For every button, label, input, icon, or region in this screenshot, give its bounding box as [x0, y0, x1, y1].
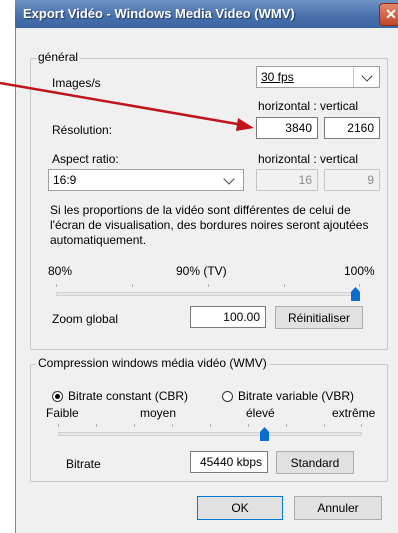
annotation-arrow-icon: [0, 81, 254, 131]
